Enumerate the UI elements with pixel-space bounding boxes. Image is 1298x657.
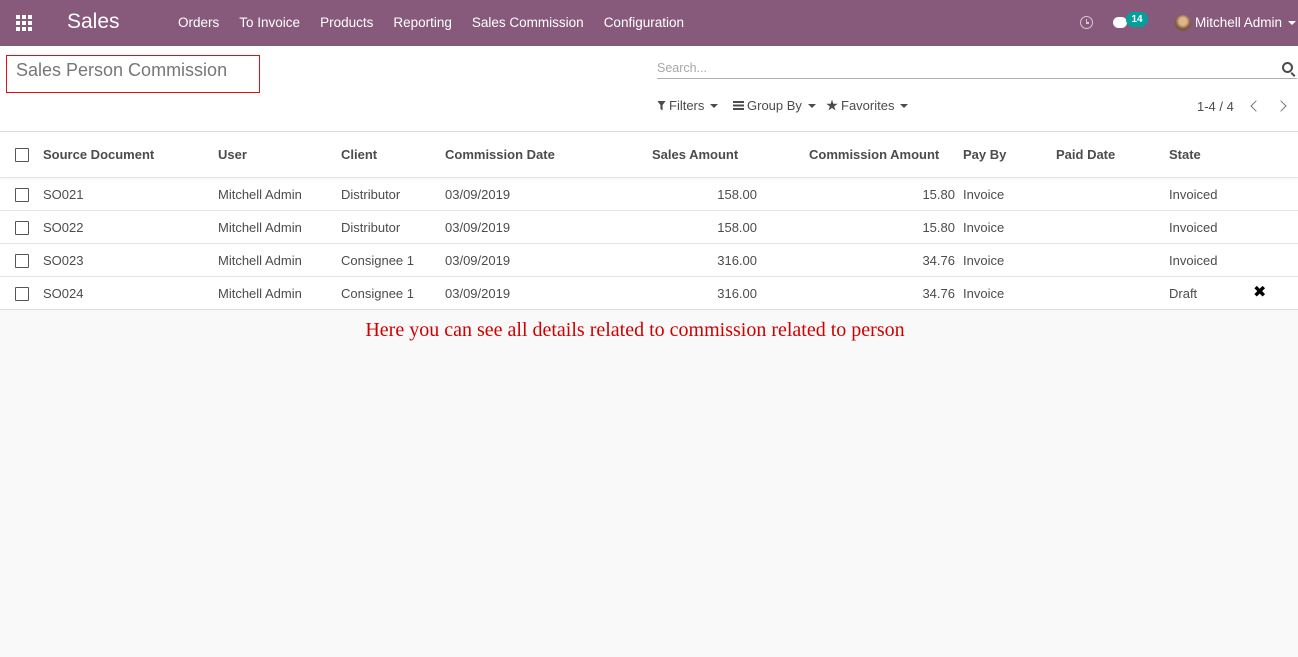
cell-sales-amount: 316.00 xyxy=(717,253,757,268)
activity-clock-icon[interactable] xyxy=(1080,16,1093,29)
table-row[interactable]: SO022 Mitchell Admin Distributor 03/09/2… xyxy=(0,211,1298,244)
cell-sales-amount: 316.00 xyxy=(717,286,757,301)
cell-commission-amount: 34.76 xyxy=(922,286,955,301)
column-header-pay-by[interactable]: Pay By xyxy=(963,132,1006,178)
cell-source-document: SO024 xyxy=(43,286,84,301)
cell-source-document: SO021 xyxy=(43,187,84,202)
cell-state: Invoiced xyxy=(1169,187,1218,202)
chat-count-badge: 14 xyxy=(1126,12,1148,27)
column-header-commission-date[interactable]: Commission Date xyxy=(445,132,555,178)
apps-grid-icon[interactable] xyxy=(16,15,34,31)
app-brand[interactable]: Sales xyxy=(67,10,120,34)
cell-client: Distributor xyxy=(341,220,401,235)
menu-item-products[interactable]: Products xyxy=(310,0,383,46)
filters-button[interactable]: Filters xyxy=(657,98,719,113)
table-row[interactable]: SO021 Mitchell Admin Distributor 03/09/2… xyxy=(0,178,1298,211)
pager-previous-icon[interactable] xyxy=(1250,100,1262,112)
group-by-label: Group By xyxy=(747,98,802,113)
title-highlight-box xyxy=(6,55,260,93)
cell-client: Consignee 1 xyxy=(341,286,414,301)
annotation-note: Here you can see all details related to … xyxy=(365,319,905,341)
table-header: Source Document User Client Commission D… xyxy=(0,132,1298,178)
commission-table: Source Document User Client Commission D… xyxy=(0,132,1298,310)
cell-pay-by: Invoice xyxy=(963,187,1005,202)
cell-pay-by: Invoice xyxy=(963,220,1005,235)
top-navbar: Sales Orders To Invoice Products Reporti… xyxy=(0,0,1298,46)
row-checkbox[interactable] xyxy=(15,254,29,268)
row-checkbox[interactable] xyxy=(15,221,29,235)
column-header-paid-date[interactable]: Paid Date xyxy=(1056,132,1115,178)
search-input[interactable] xyxy=(657,58,1297,79)
cell-sales-amount: 158.00 xyxy=(717,187,757,202)
cell-client: Distributor xyxy=(341,187,401,202)
chat-icon[interactable] xyxy=(1113,17,1127,28)
column-header-state[interactable]: State xyxy=(1169,132,1201,178)
cell-user: Mitchell Admin xyxy=(218,253,302,268)
column-header-commission-amount[interactable]: Commission Amount xyxy=(809,132,939,178)
cell-commission-date: 03/09/2019 xyxy=(445,253,511,268)
filters-label: Filters xyxy=(669,98,705,113)
cell-state: Invoiced xyxy=(1169,220,1218,235)
avatar[interactable] xyxy=(1175,15,1191,31)
cell-state: Invoiced xyxy=(1169,253,1218,268)
column-header-sales-amount[interactable]: Sales Amount xyxy=(652,132,738,178)
filter-icon xyxy=(657,100,666,111)
cell-client: Consignee 1 xyxy=(341,253,414,268)
cell-pay-by: Invoice xyxy=(963,286,1005,301)
menu-item-orders[interactable]: Orders xyxy=(168,0,229,46)
caret-down-icon[interactable] xyxy=(1288,21,1296,25)
caret-down-icon xyxy=(710,103,719,108)
menu-item-reporting[interactable]: Reporting xyxy=(383,0,462,46)
close-icon[interactable]: ✖ xyxy=(1253,285,1266,301)
cell-commission-date: 03/09/2019 xyxy=(445,286,511,301)
table-row[interactable]: SO024 Mitchell Admin Consignee 1 03/09/2… xyxy=(0,277,1298,310)
select-all-checkbox[interactable] xyxy=(15,148,29,162)
cell-source-document: SO023 xyxy=(43,253,84,268)
caret-down-icon xyxy=(900,103,909,108)
user-menu-name[interactable]: Mitchell Admin xyxy=(1195,0,1282,46)
group-by-button[interactable]: Group By xyxy=(733,98,816,113)
group-by-icon xyxy=(733,101,744,110)
cell-pay-by: Invoice xyxy=(963,253,1005,268)
cell-sales-amount: 158.00 xyxy=(717,220,757,235)
table-row[interactable]: SO023 Mitchell Admin Consignee 1 03/09/2… xyxy=(0,244,1298,277)
row-checkbox[interactable] xyxy=(15,188,29,202)
cell-user: Mitchell Admin xyxy=(218,187,302,202)
menu-item-configuration[interactable]: Configuration xyxy=(594,0,694,46)
cell-user: Mitchell Admin xyxy=(218,220,302,235)
column-header-source-document[interactable]: Source Document xyxy=(43,132,154,178)
column-header-user[interactable]: User xyxy=(218,132,247,178)
pager-next-icon[interactable] xyxy=(1275,100,1287,112)
cell-commission-amount: 15.80 xyxy=(922,220,955,235)
favorites-label: Favorites xyxy=(841,98,895,113)
control-panel: Sales Person Commission Filters Group By… xyxy=(0,46,1298,132)
row-checkbox[interactable] xyxy=(15,287,29,301)
cell-state: Draft xyxy=(1169,286,1198,301)
cell-commission-date: 03/09/2019 xyxy=(445,187,511,202)
cell-commission-date: 03/09/2019 xyxy=(445,220,511,235)
star-icon xyxy=(826,99,838,111)
caret-down-icon xyxy=(807,103,816,108)
cell-user: Mitchell Admin xyxy=(218,286,302,301)
column-header-client[interactable]: Client xyxy=(341,132,377,178)
favorites-button[interactable]: Favorites xyxy=(826,98,909,113)
cell-source-document: SO022 xyxy=(43,220,84,235)
search-icon[interactable] xyxy=(1282,62,1293,73)
menu-item-sales-commission[interactable]: Sales Commission xyxy=(462,0,594,46)
cell-commission-amount: 15.80 xyxy=(922,187,955,202)
pager-value[interactable]: 1-4 / 4 xyxy=(1197,99,1234,114)
menu-item-to-invoice[interactable]: To Invoice xyxy=(229,0,310,46)
main-menu: Orders To Invoice Products Reporting Sal… xyxy=(168,0,694,46)
cell-commission-amount: 34.76 xyxy=(922,253,955,268)
